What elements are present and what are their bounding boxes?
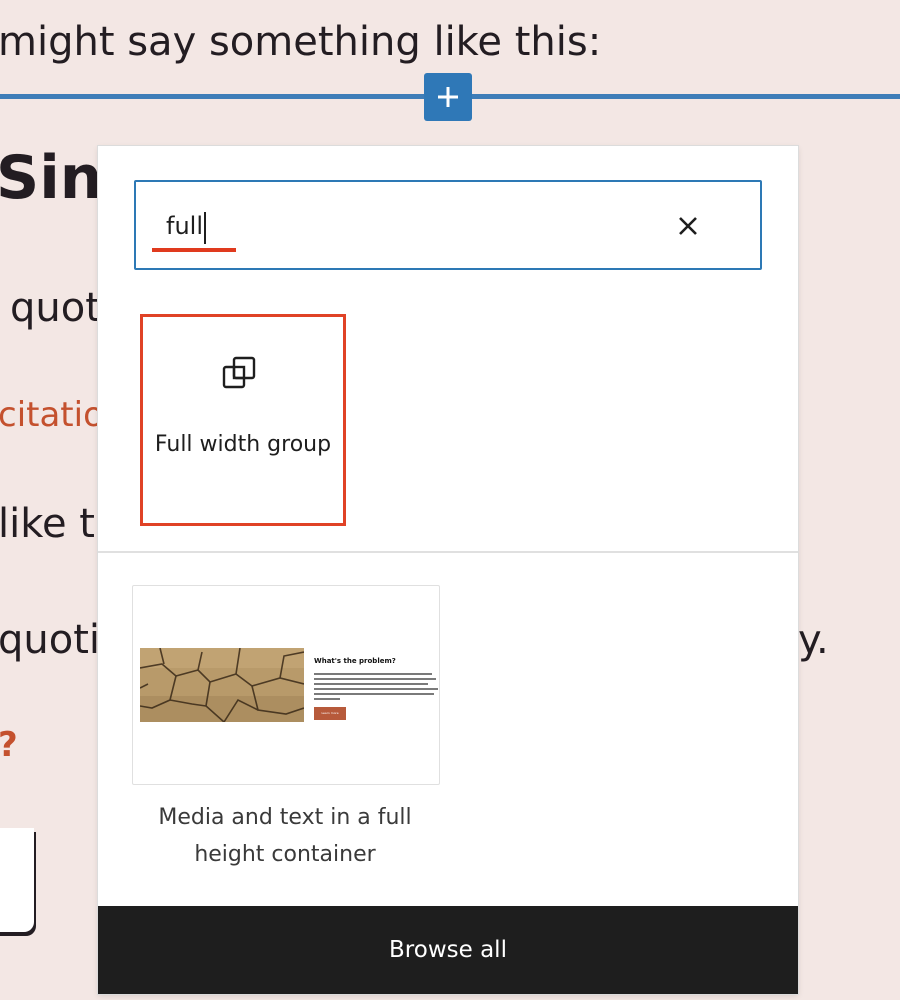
search-text-highlight — [152, 248, 236, 252]
pattern-label: Media and text in a full height containe… — [158, 805, 412, 867]
clear-search-button[interactable] — [672, 210, 704, 242]
paragraph-like: like t — [0, 501, 95, 547]
browse-all-button[interactable]: Browse all — [98, 906, 798, 994]
paragraph-quote: quot — [10, 285, 101, 331]
cracked-earth-image — [140, 648, 304, 722]
close-icon — [679, 217, 697, 235]
plus-icon — [438, 87, 458, 107]
paragraph-quoting: quoti — [0, 617, 101, 663]
preview-text-lines — [314, 673, 438, 703]
paragraph-end: y. — [798, 617, 829, 663]
pattern-media-text-full-height[interactable]: What's the problem? Learn more Media and… — [132, 585, 440, 885]
block-full-width-group[interactable]: Full width group — [140, 314, 346, 526]
block-inserter-popover: Full width group — [98, 146, 798, 994]
section-divider — [98, 551, 798, 553]
paragraph-intro: might say something like this: — [0, 19, 602, 65]
add-block-button[interactable] — [424, 73, 472, 121]
block-label: Full width group — [154, 432, 332, 457]
background-card — [0, 828, 34, 932]
search-input[interactable] — [166, 208, 626, 244]
preview-button: Learn more — [314, 707, 346, 720]
pattern-preview: What's the problem? Learn more — [132, 585, 440, 785]
group-icon — [222, 356, 256, 389]
preview-heading: What's the problem? — [314, 657, 396, 665]
text-cursor — [204, 212, 206, 244]
search-box — [134, 180, 762, 270]
question-text: ? — [0, 728, 18, 762]
